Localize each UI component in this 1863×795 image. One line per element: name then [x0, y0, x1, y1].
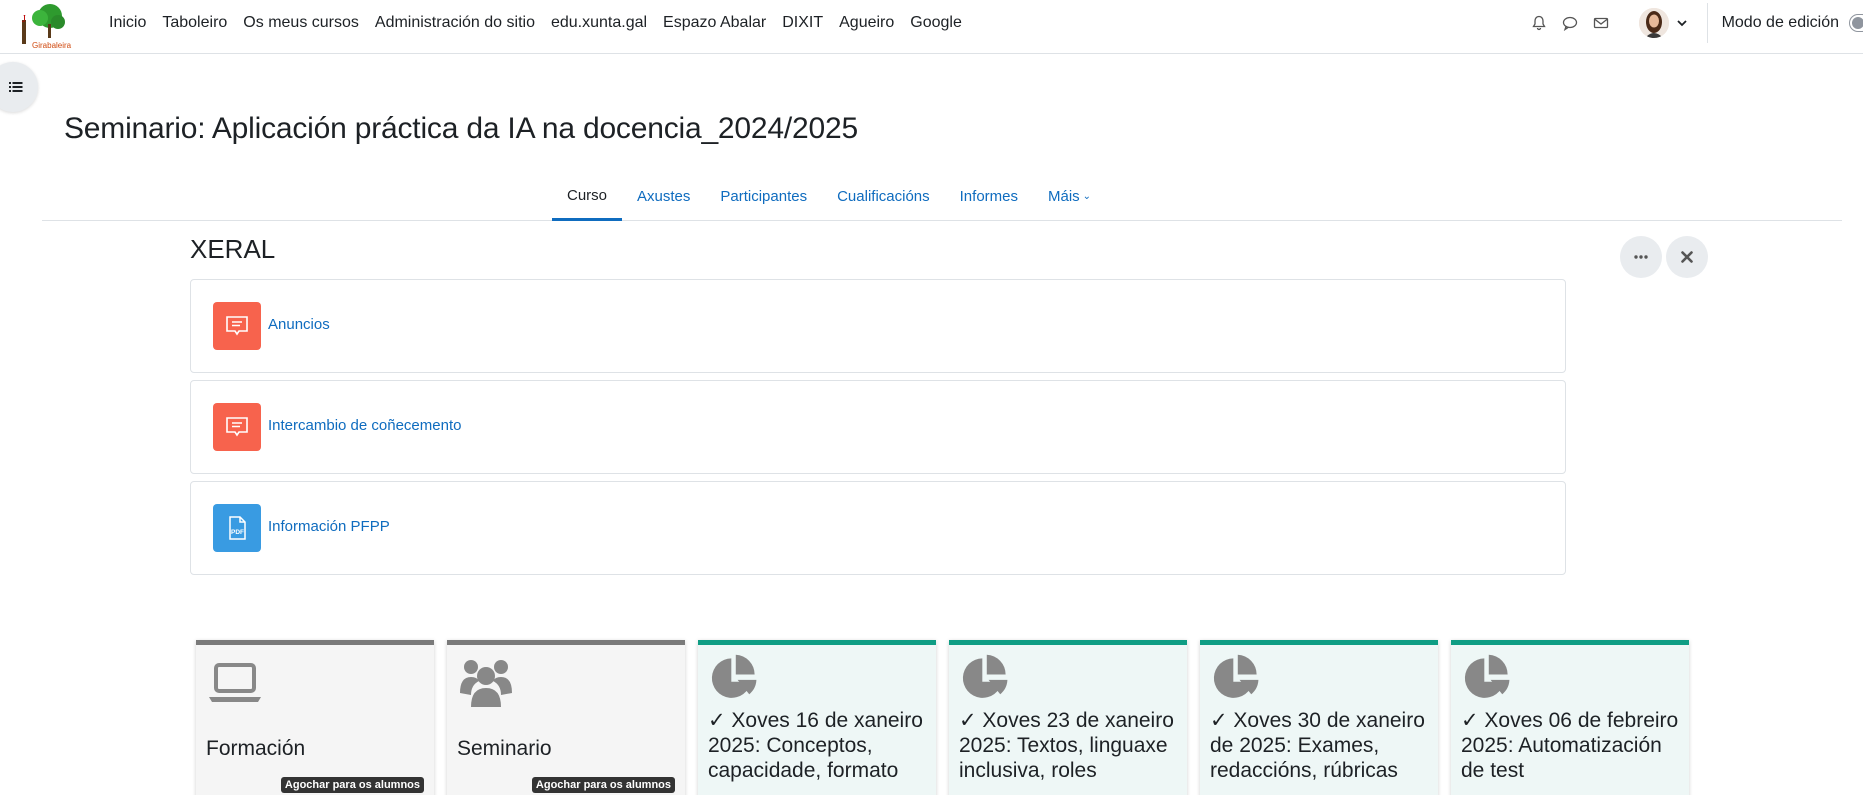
chevron-down-icon — [1676, 19, 1687, 26]
avatar — [1638, 7, 1669, 38]
section-title: XERAL — [190, 234, 276, 264]
pdf-icon: PDF — [213, 504, 261, 552]
tab-label: Axustes — [637, 188, 691, 205]
navbar-right: Modo de edición — [1524, 0, 1863, 45]
envelope-icon — [1593, 17, 1609, 28]
list-icon — [9, 82, 23, 92]
tab-label: Máis — [1048, 188, 1080, 205]
activity-link[interactable]: Intercambio de coñecemento — [268, 417, 461, 434]
email-button[interactable] — [1586, 7, 1617, 38]
tile-formacion[interactable]: Formación Agochar para os alumnos — [196, 640, 434, 795]
nav-item-google[interactable]: Google — [902, 14, 970, 32]
activity-link[interactable]: Información PFPP — [268, 518, 390, 535]
group-icon — [460, 660, 512, 707]
close-section-button[interactable] — [1666, 236, 1708, 278]
tile-seminario[interactable]: Seminario Agochar para os alumnos — [447, 640, 685, 795]
hidden-badge: Agochar para os alumnos — [531, 777, 675, 793]
svg-text:J: J — [22, 14, 26, 25]
more-icon — [1634, 255, 1648, 259]
tile-session-06-febreiro[interactable]: ✓ Xoves 06 de febreiro 2025: Automatizac… — [1451, 640, 1689, 795]
tile-text: ✓ Xoves 06 de febreiro 2025: Automatizac… — [1461, 709, 1679, 782]
pie-chart-icon — [962, 654, 1008, 698]
svg-text:PDF: PDF — [231, 529, 244, 536]
messages-button[interactable] — [1555, 7, 1586, 38]
tile-text: ✓ Xoves 23 de xaneiro 2025: Textos, ling… — [959, 709, 1174, 782]
site-logo[interactable]: J Girabaleira — [14, 2, 78, 50]
nav-item-os-meus-cursos[interactable]: Os meus cursos — [235, 14, 367, 32]
bell-icon — [1532, 15, 1546, 30]
activity-anuncios: Anuncios — [190, 279, 1566, 373]
pie-chart-icon — [1213, 654, 1259, 698]
tab-cualificacions[interactable]: Cualificacións — [822, 172, 945, 221]
nav-item-dixit[interactable]: DIXIT — [774, 14, 831, 32]
tile-label: Formación — [206, 737, 306, 760]
tab-label: Participantes — [720, 188, 808, 205]
laptop-icon — [209, 663, 261, 702]
forum-icon — [213, 302, 261, 350]
tab-participantes[interactable]: Participantes — [705, 172, 822, 221]
chevron-down-icon: ⌄ — [1082, 191, 1092, 202]
edit-mode-label: Modo de edición — [1721, 13, 1839, 31]
tab-informes[interactable]: Informes — [945, 172, 1033, 221]
tab-curso[interactable]: Curso — [552, 172, 623, 221]
pie-chart-icon — [1464, 654, 1510, 698]
tab-mais[interactable]: Máis ⌄ — [1033, 172, 1106, 221]
activity-informacion-pfpp: PDF Información PFPP — [190, 481, 1566, 575]
nav-item-administracion[interactable]: Administración do sitio — [367, 14, 543, 32]
notifications-button[interactable] — [1524, 7, 1555, 38]
secondary-navigation: Curso Axustes Participantes Cualificació… — [42, 172, 1842, 221]
section-actions-button[interactable] — [1620, 236, 1662, 278]
tab-label: Curso — [567, 186, 608, 204]
close-icon — [1681, 251, 1693, 263]
tile-text: ✓ Xoves 16 de xaneiro 2025: Conceptos, c… — [708, 709, 923, 782]
tile-session-16-xaneiro[interactable]: ✓ Xoves 16 de xaneiro 2025: Conceptos, c… — [698, 640, 936, 795]
nav-item-edu-xunta[interactable]: edu.xunta.gal — [543, 14, 655, 32]
primary-navigation: Inicio Taboleiro Os meus cursos Administ… — [101, 0, 970, 45]
tile-session-23-xaneiro[interactable]: ✓ Xoves 23 de xaneiro 2025: Textos, ling… — [949, 640, 1187, 795]
user-menu[interactable] — [1638, 7, 1689, 38]
nav-item-taboleiro[interactable]: Taboleiro — [154, 14, 235, 32]
nav-item-inicio[interactable]: Inicio — [101, 14, 154, 32]
course-tabs: Curso Axustes Participantes Cualificació… — [552, 172, 1106, 221]
logo-text: Girabaleira — [32, 41, 72, 50]
nav-item-agueiro[interactable]: Agueiro — [831, 14, 902, 32]
page-title: Seminario: Aplicación práctica da IA na … — [64, 112, 858, 145]
nav-item-espazo-abalar[interactable]: Espazo Abalar — [655, 14, 774, 32]
navbar-divider — [1706, 2, 1708, 43]
activity-intercambio: Intercambio de coñecemento — [190, 380, 1566, 474]
top-navbar: J Girabaleira Inicio Taboleiro Os meus c… — [0, 0, 1863, 54]
tab-axustes[interactable]: Axustes — [622, 172, 705, 221]
tile-text: ✓ Xoves 30 de xaneiro de 2025: Exames, r… — [1210, 709, 1425, 782]
pie-chart-icon — [711, 654, 757, 698]
tab-label: Cualificacións — [837, 188, 930, 205]
activity-link[interactable]: Anuncios — [268, 316, 330, 333]
tab-label: Informes — [959, 188, 1018, 205]
tile-label: Seminario — [457, 737, 552, 760]
course-index-toggle[interactable] — [0, 62, 38, 112]
edit-mode-toggle[interactable] — [1849, 13, 1863, 32]
forum-icon — [213, 403, 261, 451]
chat-icon — [1562, 16, 1578, 31]
hidden-badge: Agochar para os alumnos — [280, 777, 424, 793]
tile-session-30-xaneiro[interactable]: ✓ Xoves 30 de xaneiro de 2025: Exames, r… — [1200, 640, 1438, 795]
